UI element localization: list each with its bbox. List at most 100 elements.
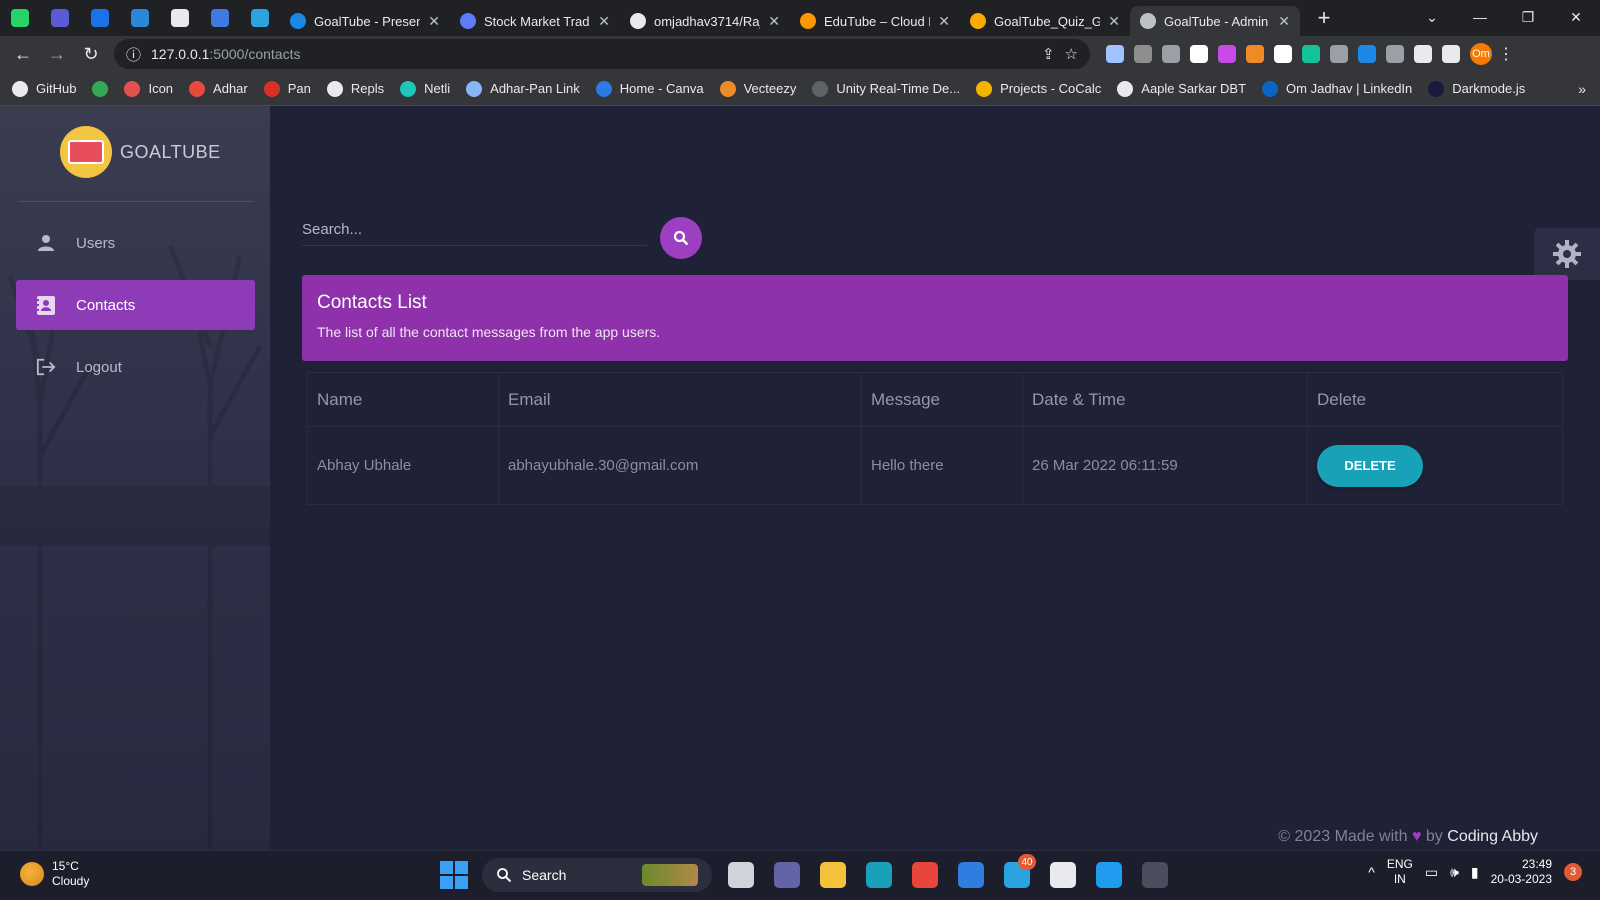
notification-badge[interactable]: 3 — [1564, 863, 1582, 881]
search-input[interactable] — [302, 214, 647, 246]
address-bar[interactable]: ⓘ 127.0.0.1:5000/contacts ⇪ ☆ — [114, 39, 1090, 69]
sidebar-item-users[interactable]: Users — [16, 218, 255, 268]
browser-tab[interactable]: GoalTube - Admin ✕ — [1130, 6, 1300, 36]
search-highlight-image — [642, 864, 698, 886]
minimize-button[interactable]: — — [1456, 9, 1504, 25]
brand[interactable]: GOALTUBE — [60, 126, 221, 178]
bookmark-item[interactable]: Icon — [124, 80, 173, 97]
tab-search-button[interactable]: ⌄ — [1408, 9, 1456, 26]
sidebar-item-contacts[interactable]: Contacts — [16, 280, 255, 330]
delete-button[interactable]: DELETE — [1317, 444, 1423, 487]
extension-icon[interactable] — [1246, 45, 1264, 63]
extension-icon[interactable] — [1162, 45, 1180, 63]
close-tab-icon[interactable]: ✕ — [598, 13, 610, 30]
taskbar-app[interactable] — [770, 858, 804, 892]
footer-author-link[interactable]: Coding Abby — [1447, 828, 1538, 845]
telegram-icon — [251, 9, 269, 27]
language-indicator[interactable]: ENG IN — [1387, 857, 1413, 887]
extension-icon[interactable] — [1358, 45, 1376, 63]
pinned-tab[interactable] — [160, 0, 200, 36]
tab-title: GoalTube_Quiz_Ge — [994, 13, 1101, 29]
taskbar-app[interactable] — [954, 858, 988, 892]
bookmark-item[interactable]: Unity Real-Time De... — [812, 80, 960, 97]
taskbar-app[interactable] — [816, 858, 850, 892]
bookmark-item[interactable]: Projects - CoCalc — [976, 80, 1101, 97]
bookmark-favicon-icon — [189, 80, 206, 97]
bookmarks-overflow-button[interactable]: » — [1578, 81, 1586, 97]
forward-button[interactable]: → — [40, 44, 74, 65]
bookmark-item[interactable]: Adhar — [189, 80, 248, 97]
extension-icon[interactable] — [1274, 45, 1292, 63]
extension-icon[interactable] — [1386, 45, 1404, 63]
pinned-tab[interactable] — [0, 0, 40, 36]
browser-tab[interactable]: omjadhav3714/Raj ✕ — [620, 6, 790, 36]
bookmark-item[interactable]: Netli — [400, 80, 450, 97]
pinned-tab[interactable] — [120, 0, 160, 36]
close-tab-icon[interactable]: ✕ — [1108, 13, 1120, 30]
bookmark-item[interactable]: Adhar-Pan Link — [466, 80, 580, 97]
site-info-icon[interactable]: ⓘ — [126, 44, 141, 65]
new-tab-button[interactable]: + — [1308, 2, 1340, 34]
close-tab-icon[interactable]: ✕ — [1278, 13, 1290, 30]
pinned-tab[interactable] — [80, 0, 120, 36]
bookmark-item[interactable]: Home - Canva — [595, 80, 704, 97]
taskbar-app[interactable] — [1092, 858, 1126, 892]
settings-button[interactable] — [1534, 228, 1600, 280]
reload-button[interactable]: ↻ — [74, 44, 108, 65]
bookmark-item[interactable]: Vecteezy — [719, 80, 796, 97]
close-tab-icon[interactable]: ✕ — [938, 13, 950, 30]
taskbar-app[interactable] — [908, 858, 942, 892]
bookmark-item[interactable]: GitHub — [12, 80, 76, 97]
taskbar-app[interactable] — [724, 858, 758, 892]
extension-icon[interactable] — [1218, 45, 1236, 63]
taskbar-app[interactable] — [1138, 858, 1172, 892]
browser-tab[interactable]: Stock Market Tradi ✕ — [450, 6, 620, 36]
taskbar-app[interactable] — [1046, 858, 1080, 892]
browser-menu-button[interactable]: ⋮ — [1498, 44, 1514, 64]
pinned-tab[interactable] — [40, 0, 80, 36]
extension-icon[interactable] — [1106, 45, 1124, 63]
bookmark-item[interactable]: Aaple Sarkar DBT — [1117, 80, 1246, 97]
volume-icon[interactable]: 🕪 — [1450, 864, 1459, 881]
battery-icon[interactable]: ▮ — [1471, 864, 1479, 881]
bookmark-item[interactable]: Pan — [263, 80, 311, 97]
taskbar-app[interactable]: 40 — [1000, 854, 1036, 892]
network-icon[interactable]: ▭ — [1425, 864, 1438, 881]
extension-icon[interactable] — [1134, 45, 1152, 63]
outlook-icon — [91, 9, 109, 27]
search-button[interactable] — [660, 217, 702, 259]
extension-icon[interactable] — [1330, 45, 1348, 63]
bookmark-item[interactable]: Darkmode.js — [1428, 80, 1525, 97]
bookmark-star-icon[interactable]: ☆ — [1065, 45, 1078, 63]
bookmark-favicon-icon — [12, 80, 28, 97]
browser-tab[interactable]: EduTube – Cloud F ✕ — [790, 6, 960, 36]
weather-widget[interactable]: 15°C Cloudy — [20, 859, 89, 889]
browser-tab[interactable]: GoalTube - Present ✕ — [280, 6, 450, 36]
extension-icon[interactable] — [1442, 45, 1460, 63]
close-tab-icon[interactable]: ✕ — [768, 13, 780, 30]
sidebar-item-logout[interactable]: Logout — [16, 342, 255, 392]
bookmark-favicon-icon — [1428, 80, 1445, 97]
taskbar-app[interactable] — [862, 858, 896, 892]
bookmark-item[interactable]: Om Jadhav | LinkedIn — [1262, 80, 1412, 97]
pinned-tab[interactable] — [200, 0, 240, 36]
show-hidden-icons-button[interactable]: ^ — [1368, 864, 1375, 880]
bookmark-favicon-icon — [400, 80, 417, 97]
close-tab-icon[interactable]: ✕ — [428, 13, 440, 30]
browser-tab[interactable]: GoalTube_Quiz_Ge ✕ — [960, 6, 1130, 36]
store-icon — [958, 862, 984, 888]
start-button[interactable] — [438, 859, 470, 891]
profile-avatar[interactable]: Om — [1470, 43, 1492, 65]
clock[interactable]: 23:49 20-03-2023 — [1491, 857, 1552, 887]
extension-icon[interactable] — [1190, 45, 1208, 63]
bookmark-item[interactable]: Repls — [326, 80, 384, 97]
extension-icon[interactable] — [1302, 45, 1320, 63]
extension-icon[interactable] — [1414, 45, 1432, 63]
bookmark-item[interactable] — [92, 80, 109, 97]
taskbar-search[interactable]: Search — [482, 858, 712, 892]
restore-button[interactable]: ❐ — [1504, 9, 1552, 26]
share-icon[interactable]: ⇪ — [1042, 45, 1055, 63]
pinned-tab[interactable] — [240, 0, 280, 36]
back-button[interactable]: ← — [6, 44, 40, 65]
close-window-button[interactable]: ✕ — [1552, 9, 1600, 26]
